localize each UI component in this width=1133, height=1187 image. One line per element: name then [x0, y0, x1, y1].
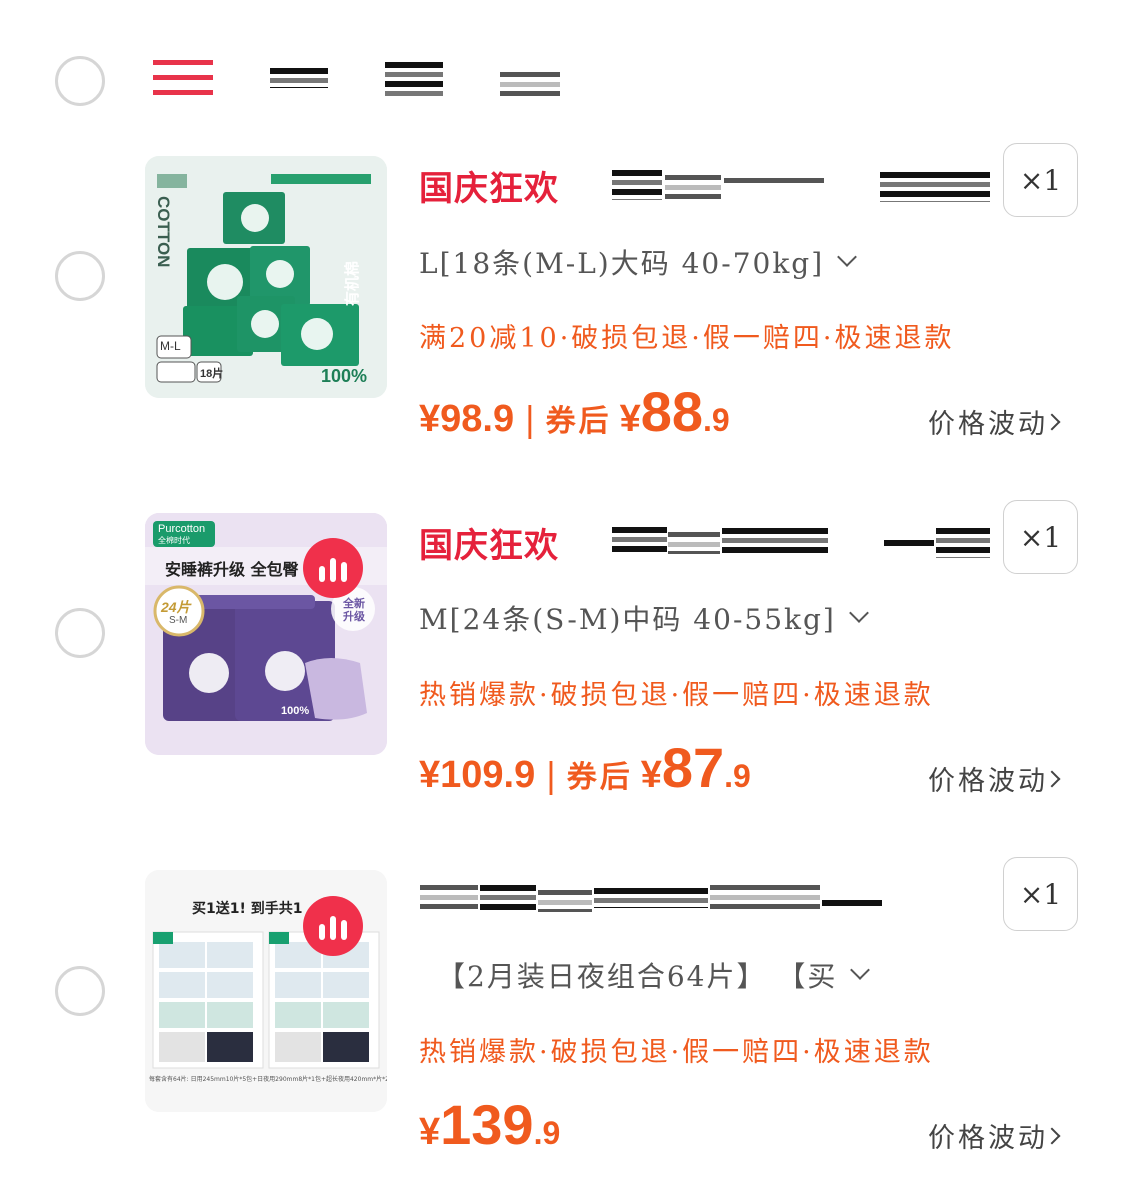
chevron-down-icon [848, 603, 869, 623]
sku-spec-text: 【2月装日夜组合64片】 【买 [437, 960, 838, 993]
thumb-pack-badge: 18片 [200, 368, 224, 380]
price-integer: 88 [640, 380, 703, 443]
service-tags: 热销爆款·破损包退·假一赔四·极速退款 [419, 680, 934, 711]
price-original: ¥98.9 [419, 398, 515, 440]
thumb-headline: 买1送1! 到手共1 [192, 901, 303, 917]
thumb-brand: Purcotton [158, 523, 206, 535]
product-title-row[interactable]: 国庆狂欢 [419, 163, 559, 209]
quantity-selector[interactable]: ×1 [1003, 857, 1078, 931]
sku-spec-text: L[18条(M-L)大码 40-70kg] [419, 247, 825, 280]
price-integer: 87 [661, 736, 725, 799]
price-row: ¥98.9 | 券后 ¥ 88 .9 [419, 384, 730, 441]
thumb-pack-badge: 24片 [161, 599, 191, 615]
price-decimal: .9 [703, 402, 730, 438]
price-separator: | [545, 756, 557, 796]
item-select-radio[interactable] [55, 251, 105, 301]
price-yen: ¥ [419, 1111, 441, 1153]
thumb-new-badge: 全新升级 [343, 597, 365, 623]
product-title-row[interactable]: 国庆狂欢 [419, 520, 559, 566]
sku-spec-text: M[24条(S-M)中码 40-55kg] [419, 603, 836, 636]
thumb-headline: 安睡裤升级 全包臀 [165, 560, 299, 579]
video-play-badge-icon[interactable] [303, 538, 363, 598]
quantity-selector[interactable]: ×1 [1003, 500, 1078, 574]
thumb-percent: 100% [321, 366, 368, 386]
thumb-brand-vertical: COTTON [154, 196, 173, 268]
thumb-size-badge: M-L [160, 339, 181, 353]
product-thumbnail[interactable]: COTTON M-L 18片 有机棉 100% [145, 156, 387, 398]
item-select-radio[interactable] [55, 608, 105, 658]
price-trend-link[interactable]: 价格波动 [928, 1116, 1061, 1155]
cart-store-card: COTTON M-L 18片 有机棉 100% 国庆狂欢 ×1 L[18条(M-… [0, 0, 1133, 1187]
sku-spec-selector[interactable]: L[18条(M-L)大码 40-70kg] [419, 242, 858, 282]
chevron-down-icon [850, 960, 871, 980]
price-yen: ¥ [640, 754, 662, 796]
price-row: ¥109.9 | 券后 ¥ 87 .9 [419, 740, 751, 797]
chevron-down-icon [837, 247, 858, 267]
coupon-label: 券后 [545, 404, 612, 439]
price-trend-label: 价格波动 [928, 1123, 1048, 1154]
price-trend-link[interactable]: 价格波动 [928, 402, 1061, 441]
price-original: ¥109.9 [419, 754, 536, 796]
video-play-badge-icon[interactable] [303, 896, 363, 956]
thumb-percent: 100% [281, 705, 310, 717]
price-integer: 139 [440, 1093, 534, 1156]
price-yen: ¥ [619, 398, 641, 440]
service-tags: 热销爆款·破损包退·假一赔四·极速退款 [419, 1037, 934, 1068]
thumb-brand-sub: 全棉时代 [158, 536, 190, 545]
price-trend-link[interactable]: 价格波动 [928, 759, 1061, 798]
price-trend-label: 价格波动 [928, 766, 1048, 797]
thumb-size-badge: S-M [169, 615, 188, 626]
store-select-radio[interactable] [55, 56, 105, 106]
item-select-radio[interactable] [55, 966, 105, 1016]
thumb-corner-text: 有机棉 [343, 260, 361, 306]
price-decimal: .9 [533, 1115, 561, 1151]
price-separator: | [524, 400, 536, 440]
sku-spec-selector[interactable]: M[24条(S-M)中码 40-55kg] [419, 598, 869, 638]
price-decimal: .9 [724, 758, 751, 794]
sku-spec-selector[interactable]: 【2月装日夜组合64片】 【买 [437, 955, 871, 995]
store-stripes-icon [153, 60, 213, 96]
quantity-selector[interactable]: ×1 [1003, 143, 1078, 217]
thumb-footnote: 每套含有64片: 日用245mm10片*5包+日夜用290mm8片*1包+超长夜… [149, 1076, 387, 1083]
coupon-label: 券后 [566, 760, 633, 795]
promo-tag: 国庆狂欢 [419, 168, 559, 209]
price-trend-label: 价格波动 [928, 409, 1048, 440]
service-tags: 满20减10·破损包退·假一赔四·极速退款 [419, 323, 955, 354]
price-row: ¥ 139 .9 [419, 1097, 560, 1154]
promo-tag: 国庆狂欢 [419, 525, 559, 566]
